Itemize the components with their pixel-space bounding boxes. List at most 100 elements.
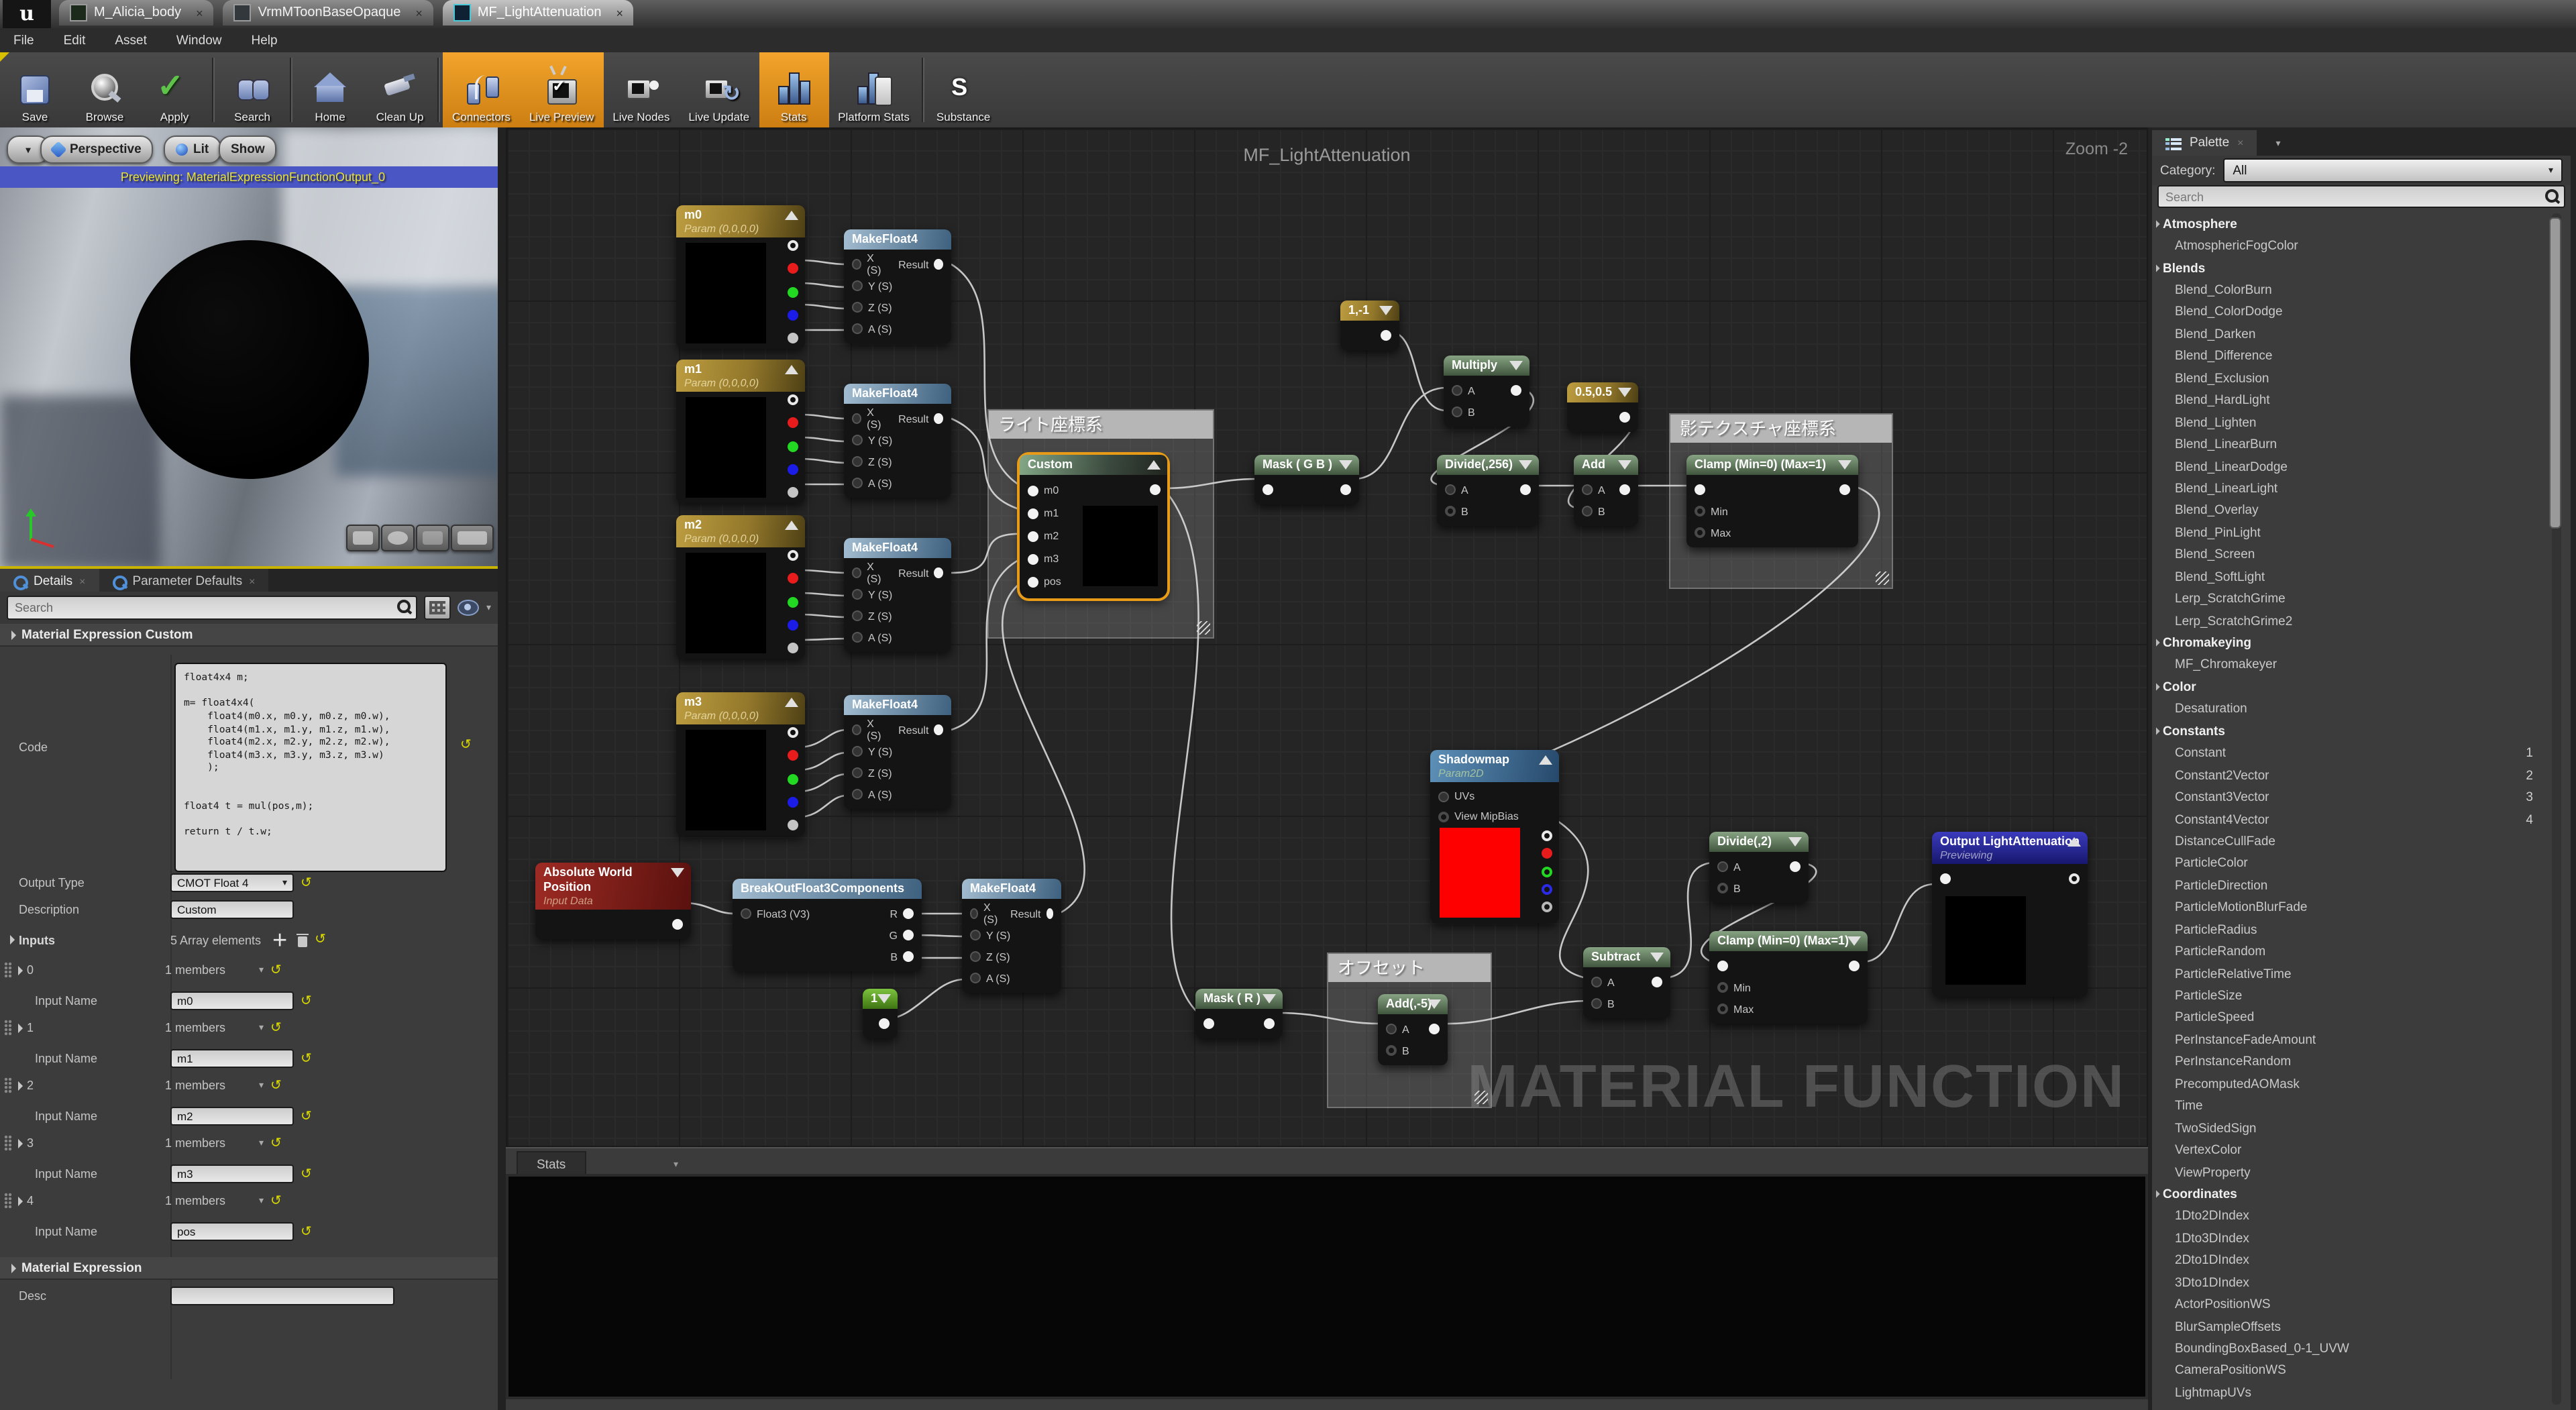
output-pin[interactable] <box>2069 873 2080 884</box>
input-pin[interactable] <box>1717 982 1728 993</box>
input-pin[interactable] <box>1591 977 1602 987</box>
description-input[interactable]: Custom <box>170 900 294 919</box>
output-pin-blue[interactable] <box>788 620 798 631</box>
collapse-toggle-icon[interactable] <box>1539 755 1552 765</box>
collapse-toggle-icon[interactable] <box>1838 460 1851 470</box>
collapse-toggle-icon[interactable] <box>785 521 798 530</box>
asset-tab-VrmMToonBaseOpaque[interactable]: VrmMToonBaseOpaque× <box>223 0 433 25</box>
node-custom[interactable]: Customm0m1m2m3pos <box>1020 455 1167 598</box>
input-pin[interactable] <box>1695 527 1705 538</box>
node-mask-gb[interactable]: Mask ( G B ) <box>1254 455 1359 504</box>
output-pin-blue[interactable] <box>788 797 798 808</box>
collapse-toggle-icon[interactable] <box>785 365 798 374</box>
palette-item-AtmosphericFogColor[interactable]: AtmosphericFogColor <box>2152 235 2571 258</box>
palette-item-ActorPositionWS[interactable]: ActorPositionWS <box>2152 1294 2571 1316</box>
collapse-toggle-icon[interactable] <box>1788 837 1802 847</box>
palette-item-ParticleRadius[interactable]: ParticleRadius <box>2152 919 2571 941</box>
delete-elements-icon[interactable] <box>296 933 308 946</box>
output-pin-grey[interactable] <box>788 820 798 830</box>
drag-handle-icon[interactable] <box>4 1020 12 1036</box>
palette-item-Blend_SoftLight[interactable]: Blend_SoftLight <box>2152 566 2571 588</box>
palette-scrollbar-thumb[interactable] <box>2549 217 2561 529</box>
property-matrix-button[interactable] <box>425 596 451 620</box>
collapse-toggle-icon[interactable] <box>1263 994 1276 1004</box>
viewport-tool-button[interactable] <box>451 525 494 551</box>
palette-item-Blend_LinearLight[interactable]: Blend_LinearLight <box>2152 478 2571 500</box>
palette-item-3Dto1DIndex[interactable]: 3Dto1DIndex <box>2152 1272 2571 1294</box>
palette-search-input[interactable]: Search <box>2157 185 2565 208</box>
tab-palette[interactable]: Palette × <box>2152 130 2257 156</box>
collapse-toggle-icon[interactable] <box>1509 361 1523 370</box>
input-pin[interactable] <box>852 323 863 334</box>
palette-category-Coordinates[interactable]: Coordinates <box>2152 1184 2571 1206</box>
palette-item-PrecomputedAOMask[interactable]: PrecomputedAOMask <box>2152 1073 2571 1095</box>
details-search-input[interactable]: Search <box>7 596 418 620</box>
output-pin[interactable] <box>903 930 914 940</box>
collapse-toggle-icon[interactable] <box>1847 936 1861 946</box>
node-m0[interactable]: m0Param (0,0,0,0) <box>676 205 805 349</box>
palette-item-ParticleSpeed[interactable]: ParticleSpeed <box>2152 1008 2571 1030</box>
palette-item-ParticleRelativeTime[interactable]: ParticleRelativeTime <box>2152 963 2571 985</box>
tab-parameter-defaults[interactable]: Parameter Defaults× <box>99 569 268 594</box>
close-icon[interactable]: × <box>196 6 203 19</box>
drag-handle-icon[interactable] <box>4 962 12 978</box>
input-pin[interactable] <box>852 610 863 621</box>
toolbar-substance-button[interactable]: SSubstance <box>927 52 1000 127</box>
output-pin-red[interactable] <box>788 264 798 274</box>
node-subtract[interactable]: SubtractAB <box>1583 947 1670 1018</box>
palette-category-Blends[interactable]: Blends <box>2152 258 2571 280</box>
toolbar-save-button[interactable]: Save <box>0 52 70 127</box>
output-pin-bluering[interactable] <box>1542 884 1552 895</box>
perspective-button[interactable]: Perspective <box>40 135 154 164</box>
input-pin[interactable] <box>1452 406 1462 417</box>
input-pin[interactable] <box>852 789 863 800</box>
palette-item-Blend_Overlay[interactable]: Blend_Overlay <box>2152 500 2571 522</box>
collapse-toggle-icon[interactable] <box>785 211 798 220</box>
collapse-toggle-icon[interactable] <box>1519 460 1532 470</box>
viewport-tool-button[interactable] <box>381 525 415 551</box>
palette-item-Desaturation[interactable]: Desaturation <box>2152 698 2571 720</box>
resize-handle[interactable] <box>1876 572 1889 585</box>
input-pin[interactable] <box>1386 1045 1397 1056</box>
output-pin[interactable] <box>1790 861 1801 872</box>
input-pin[interactable] <box>852 413 861 424</box>
input-pin[interactable] <box>852 767 863 778</box>
palette-item-Blend_ColorBurn[interactable]: Blend_ColorBurn <box>2152 280 2571 302</box>
collapse-toggle-icon[interactable] <box>1379 306 1393 315</box>
node-makefloat4-1[interactable]: MakeFloat4X (S)ResultY (S)Z (S)A (S) <box>844 229 951 343</box>
palette-item-Blend_LinearDodge[interactable]: Blend_LinearDodge <box>2152 456 2571 478</box>
input-pin[interactable] <box>1445 506 1456 517</box>
close-icon[interactable]: × <box>2237 137 2243 149</box>
input-pin[interactable] <box>970 973 981 983</box>
input-pin[interactable] <box>852 746 863 757</box>
palette-category-Atmosphere[interactable]: Atmosphere <box>2152 213 2571 235</box>
palette-item-Blend_Difference[interactable]: Blend_Difference <box>2152 345 2571 368</box>
palette-item-Blend_HardLight[interactable]: Blend_HardLight <box>2152 390 2571 412</box>
output-pin[interactable] <box>672 919 683 930</box>
input-pin[interactable] <box>1203 1018 1214 1029</box>
menu-window[interactable]: Window <box>176 33 222 48</box>
output-pin[interactable] <box>1619 484 1630 495</box>
output-pin-red[interactable] <box>788 418 798 429</box>
output-pin[interactable] <box>1429 1024 1440 1034</box>
collapse-toggle-icon[interactable] <box>1618 388 1631 397</box>
drag-handle-icon[interactable] <box>4 1077 12 1093</box>
input-pin[interactable] <box>1940 873 1951 884</box>
input-pin[interactable] <box>1445 484 1456 495</box>
output-pin-eye[interactable] <box>788 240 798 251</box>
menu-file[interactable]: File <box>13 33 34 48</box>
reset-to-default-icon[interactable]: ↺ <box>270 1193 282 1208</box>
output-pin[interactable] <box>903 951 914 962</box>
output-pin-eye[interactable] <box>788 394 798 405</box>
toolbar-connectors-button[interactable]: Connectors <box>443 52 520 127</box>
collapse-toggle-icon[interactable] <box>1339 460 1352 470</box>
output-pin[interactable] <box>934 413 943 424</box>
input-pin[interactable] <box>852 567 861 578</box>
reset-to-default-icon[interactable]: ↺ <box>301 1051 312 1066</box>
node-makefloat4-3[interactable]: MakeFloat4X (S)ResultY (S)Z (S)A (S) <box>844 538 951 652</box>
output-pin-grey[interactable] <box>788 643 798 653</box>
tab-stats[interactable]: Stats <box>517 1151 586 1177</box>
reset-to-default-icon[interactable]: ↺ <box>301 1224 312 1239</box>
collapse-toggle-icon[interactable] <box>1618 460 1631 470</box>
output-pin-green[interactable] <box>788 286 798 297</box>
